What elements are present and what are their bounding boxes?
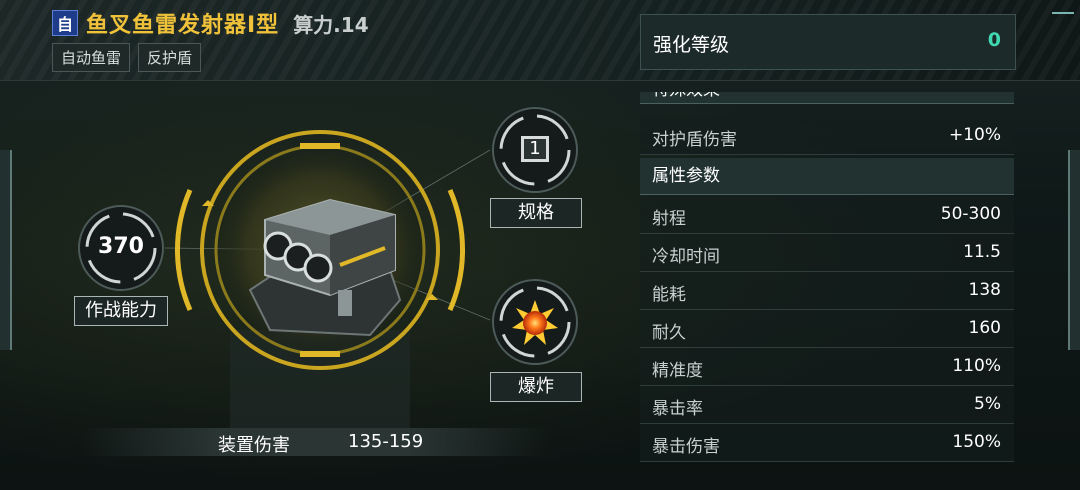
attributes-title: 属性参数 <box>652 166 720 186</box>
stat-key: 能耗 <box>652 285 686 305</box>
device-damage-label: 装置伤害 <box>218 435 290 456</box>
title-row: 自 鱼叉鱼雷发射器Ⅰ型 算力.14 <box>52 8 369 38</box>
stat-value: 160 <box>968 318 1001 338</box>
device-damage-value: 135-159 <box>348 431 424 452</box>
explosion-label: 爆炸 <box>490 372 582 402</box>
stat-key: 暴击伤害 <box>652 437 720 457</box>
tag-auto-torpedo: 自动鱼雷 <box>52 43 131 72</box>
stat-key: 冷却时间 <box>652 247 720 267</box>
stat-value: 50-300 <box>940 204 1001 224</box>
enhance-level-box[interactable]: 强化等级 0 <box>640 14 1016 70</box>
corner-decoration <box>1052 0 1074 14</box>
auto-badge: 自 <box>52 10 78 36</box>
stat-row: 射程 50-300 <box>640 196 1014 234</box>
stat-value: 110% <box>952 356 1001 376</box>
stat-value: +10% <box>948 125 1001 145</box>
stat-row: 冷却时间 11.5 <box>640 234 1014 272</box>
combat-power-label: 作战能力 <box>74 296 168 326</box>
stat-key: 对护盾伤害 <box>652 130 737 150</box>
stat-value: 138 <box>968 280 1001 300</box>
stat-key: 精准度 <box>652 361 703 381</box>
stat-key: 暴击率 <box>652 399 703 419</box>
stats-panel[interactable]: 特殊效果 对护盾伤害 +10% 属性参数 射程 50-300 冷却时间 11.5… <box>640 92 1014 464</box>
torpedo-launcher-image <box>248 198 402 337</box>
stat-value: 5% <box>974 394 1001 414</box>
tag-anti-shield: 反护盾 <box>138 43 202 72</box>
compute-power: 算力.14 <box>293 12 369 37</box>
attributes-header: 属性参数 <box>640 158 1014 195</box>
explosion-gauge <box>492 279 578 365</box>
stat-value: 150% <box>952 432 1001 452</box>
stat-row: 暴击率 5% <box>640 386 1014 424</box>
stat-row: 能耗 138 <box>640 272 1014 310</box>
stat-row: 对护盾伤害 +10% <box>640 117 1014 155</box>
stat-row: 暴击伤害 150% <box>640 424 1014 462</box>
right-edge-handle <box>1068 150 1080 350</box>
special-effects-header: 特殊效果 <box>640 92 1014 104</box>
stat-value: 11.5 <box>963 242 1001 262</box>
spec-label: 规格 <box>490 198 582 228</box>
enhance-level-value: 0 <box>987 29 1001 51</box>
stat-key: 射程 <box>652 209 686 229</box>
stat-row: 耐久 160 <box>640 310 1014 348</box>
spec-value: 1 <box>529 138 541 159</box>
special-effects-title: 特殊效果 <box>652 92 720 100</box>
stat-row: 精准度 110% <box>640 348 1014 386</box>
tag-list: 自动鱼雷 反护盾 <box>52 43 202 72</box>
combat-power-value: 370 <box>98 234 144 259</box>
weapon-name: 鱼叉鱼雷发射器Ⅰ型 <box>86 13 280 38</box>
stat-key: 耐久 <box>652 323 686 343</box>
enhance-level-label: 强化等级 <box>653 34 730 56</box>
device-damage-bar <box>80 428 550 456</box>
